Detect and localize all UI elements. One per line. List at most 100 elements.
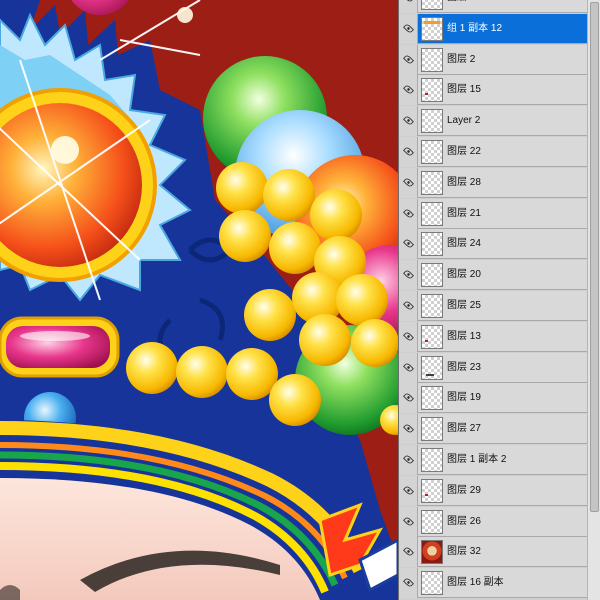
eye-icon[interactable]	[403, 238, 414, 250]
visibility-toggle[interactable]	[399, 414, 418, 445]
layer-thumbnail	[421, 571, 443, 596]
layer-name: 图层 19	[447, 392, 481, 404]
layer-row[interactable]: Layer 2	[399, 106, 587, 137]
layer-thumbnail	[421, 16, 443, 41]
layer-name: 图层 26	[447, 515, 481, 527]
layer-thumbnail	[421, 201, 443, 226]
layer-name: 图层 27	[447, 423, 481, 435]
eye-icon[interactable]	[403, 361, 414, 373]
layer-name: 图层 7	[447, 0, 475, 13]
layer-row[interactable]: 图层 15	[399, 75, 587, 106]
layer-thumbnail	[421, 140, 443, 164]
visibility-toggle[interactable]	[399, 383, 418, 414]
visibility-toggle[interactable]	[399, 475, 418, 506]
visibility-toggle[interactable]	[399, 537, 418, 568]
layer-row[interactable]: 图层 25	[399, 291, 587, 321]
visibility-toggle[interactable]	[399, 321, 418, 352]
eye-icon[interactable]	[403, 300, 414, 311]
eye-icon[interactable]	[403, 484, 414, 496]
layer-row[interactable]: 图层 16 副本	[399, 568, 587, 599]
layer-row[interactable]: 图层 21	[399, 198, 587, 229]
visibility-toggle[interactable]	[399, 106, 418, 137]
eye-icon[interactable]	[403, 207, 414, 219]
visibility-toggle[interactable]	[399, 13, 418, 44]
visibility-toggle[interactable]	[399, 229, 418, 260]
layer-row[interactable]: 图层 1 副本 2	[399, 445, 587, 475]
layer-thumbnail	[421, 324, 443, 349]
layer-thumbnail	[421, 294, 443, 318]
layer-row[interactable]: 图层 23	[399, 352, 587, 383]
visibility-toggle[interactable]	[399, 352, 418, 383]
eye-icon[interactable]	[403, 269, 414, 281]
visibility-toggle[interactable]	[399, 260, 418, 291]
layer-thumbnail	[421, 478, 443, 503]
visibility-toggle[interactable]	[399, 75, 418, 106]
layer-thumbnail	[421, 386, 443, 411]
layer-thumbnail	[421, 448, 443, 472]
visibility-toggle[interactable]	[399, 167, 418, 198]
layer-name: 图层 25	[447, 300, 481, 311]
scrollbar-thumb[interactable]	[590, 2, 599, 512]
layer-name: 图层 15	[447, 84, 481, 96]
layer-row[interactable]: 图层 32	[399, 537, 587, 568]
layer-name: 图层 28	[447, 176, 481, 188]
layer-row[interactable]: 图层 24	[399, 229, 587, 260]
layer-thumbnail	[421, 170, 443, 195]
thumb-mark	[425, 493, 428, 496]
eye-icon[interactable]	[403, 176, 414, 188]
visibility-toggle[interactable]	[399, 568, 418, 599]
layer-name: 图层 16 副本	[447, 577, 504, 589]
layer-thumbnail	[421, 232, 443, 257]
layer-row[interactable]: 图层 2	[399, 44, 587, 75]
visibility-toggle[interactable]	[399, 44, 418, 75]
eye-icon[interactable]	[403, 146, 414, 157]
eye-icon[interactable]	[403, 423, 414, 435]
layer-name: 图层 24	[447, 238, 481, 250]
eye-icon[interactable]	[403, 84, 414, 96]
layer-thumbnail	[421, 0, 443, 10]
visibility-toggle[interactable]	[399, 198, 418, 229]
document-canvas[interactable]	[0, 0, 398, 600]
layer-row[interactable]: 图层 29	[399, 475, 587, 506]
layer-row[interactable]: 图层 27	[399, 414, 587, 445]
layer-row[interactable]: 图层 19	[399, 383, 587, 414]
eye-icon[interactable]	[403, 515, 414, 527]
eye-icon[interactable]	[403, 0, 414, 3]
layer-thumbnail	[421, 263, 443, 288]
eye-icon[interactable]	[403, 22, 414, 34]
layer-row[interactable]: 图层 13	[399, 321, 587, 352]
layer-thumbnail	[421, 540, 443, 565]
layer-row[interactable]: 图层 28	[399, 167, 587, 198]
layer-row[interactable]: 图层 7	[399, 0, 587, 13]
eye-icon[interactable]	[403, 454, 414, 465]
layer-thumbnail	[421, 78, 443, 103]
layer-row[interactable]: 组 1 副本 12	[399, 13, 587, 44]
layer-name: 图层 21	[447, 207, 481, 219]
layer-row[interactable]: 图层 22	[399, 137, 587, 167]
eye-icon[interactable]	[403, 53, 414, 65]
visibility-toggle[interactable]	[399, 445, 418, 475]
thumb-mark	[424, 20, 440, 24]
eye-icon[interactable]	[403, 330, 414, 342]
layer-thumbnail	[421, 417, 443, 442]
eye-icon[interactable]	[403, 577, 414, 589]
thumb-mark	[425, 339, 428, 342]
visibility-toggle[interactable]	[399, 137, 418, 167]
layer-name: 图层 29	[447, 484, 481, 496]
visibility-toggle[interactable]	[399, 291, 418, 321]
eye-icon[interactable]	[403, 392, 414, 404]
layer-name: 图层 20	[447, 269, 481, 281]
layers-scrollbar[interactable]	[587, 0, 600, 600]
layer-thumbnail	[421, 355, 443, 380]
eye-icon[interactable]	[403, 546, 414, 558]
layer-name: 图层 32	[447, 546, 481, 558]
layer-row[interactable]: 图层 20	[399, 260, 587, 291]
layer-row[interactable]: 图层 26	[399, 506, 587, 537]
thumb-mark	[426, 373, 434, 376]
visibility-toggle[interactable]	[399, 506, 418, 537]
layer-name: Layer 2	[447, 115, 481, 127]
layer-name: 图层 13	[447, 330, 481, 342]
visibility-toggle[interactable]	[399, 0, 418, 13]
layer-name: 图层 2	[447, 53, 476, 65]
eye-icon[interactable]	[403, 115, 414, 127]
